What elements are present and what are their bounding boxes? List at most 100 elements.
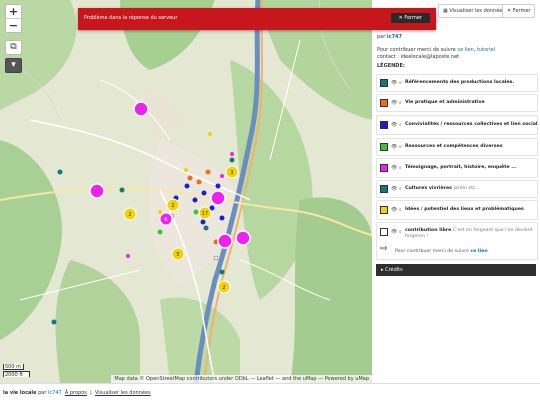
eye-icon[interactable]: 👁 ⌕: [391, 80, 402, 86]
cluster-marker[interactable]: 17: [198, 206, 212, 220]
zoom-out-button[interactable]: −: [6, 18, 21, 32]
tutorial-link[interactable]: , tutoriel: [474, 47, 495, 53]
zoom-in-button[interactable]: +: [6, 5, 21, 18]
marker-point[interactable]: [196, 179, 202, 185]
view-data-label: Visualiser les données: [449, 8, 505, 14]
eye-icon[interactable]: 👁 ⌕: [391, 100, 402, 106]
eye-icon[interactable]: 👁 ⌕: [391, 186, 402, 192]
map-markers: 3 2 2 17 5 2 6: [51, 101, 251, 325]
credit-user-link[interactable]: ic747: [387, 34, 402, 40]
view-data-button[interactable]: ▦ Visualiser les données: [438, 4, 510, 18]
eye-icon[interactable]: 👁 ⌕: [391, 122, 402, 128]
marker-point[interactable]: [193, 209, 199, 215]
layers-icon[interactable]: ⧉: [5, 40, 22, 55]
marker-point[interactable]: [184, 183, 190, 189]
marker-large[interactable]: [217, 233, 233, 249]
cluster-marker[interactable]: 2: [166, 198, 180, 212]
map-view[interactable]: 3 2 2 17 5 2 6 + − ⧉ ▾ 500 m 2000 ft Map…: [0, 0, 372, 383]
intro-text: Pour contribuer merci de suivre ce lien,…: [377, 47, 535, 61]
map-title: la vie locale: [3, 390, 37, 396]
eye-icon[interactable]: 👁 ⌕: [391, 207, 402, 213]
cluster-marker[interactable]: 6: [159, 212, 173, 226]
layer-item[interactable]: 👁 ⌕ Convivialités / ressources collectiv…: [376, 115, 538, 135]
marker-point[interactable]: [215, 183, 221, 189]
marker-point[interactable]: [184, 168, 188, 172]
layer-label: Ressources et compétences diverses: [405, 144, 503, 149]
credits-label: Crédits: [385, 267, 403, 273]
scale-metric: 500 m: [3, 364, 24, 370]
credits-toggle[interactable]: ▸ Crédits: [376, 264, 536, 276]
marker-point[interactable]: [219, 215, 225, 221]
cluster-count: 2: [222, 285, 225, 291]
scale-bar: 500 m 2000 ft: [3, 364, 30, 378]
map-attribution: Map data © OpenStreetMap contributors un…: [111, 375, 372, 383]
layer-item[interactable]: 👁 ⌕ Idées / potentiel des lieux et probl…: [376, 200, 538, 220]
marker-point[interactable]: [158, 210, 162, 214]
cluster-marker[interactable]: 3: [225, 165, 239, 179]
marker-point[interactable]: [208, 132, 212, 136]
close-panel-button[interactable]: ✕ Fermer: [502, 4, 536, 18]
cluster-marker[interactable]: 5: [171, 247, 185, 261]
intro-link[interactable]: ce lien: [457, 47, 473, 53]
error-close-button[interactable]: ✕ Fermer: [390, 13, 430, 23]
footer-separator: |: [90, 390, 92, 396]
layer-label: Convivialités / ressources collectives e…: [405, 122, 538, 127]
marker-point[interactable]: [201, 190, 207, 196]
marker-point[interactable]: [157, 229, 163, 235]
cluster-count: 3: [230, 170, 233, 176]
layer-item[interactable]: 👁 ⌕ Référencements des productions local…: [376, 74, 538, 92]
layer-item[interactable]: 👁 ⌕ Ressources et compétences diverses: [376, 138, 538, 156]
eye-icon[interactable]: 👁 ⌕: [391, 229, 402, 235]
footer-view-data-link[interactable]: Visualiser les données: [95, 390, 151, 396]
marker-point[interactable]: [126, 254, 130, 258]
marker-point[interactable]: [220, 174, 224, 178]
layer-color-swatch: [380, 185, 388, 193]
marker-large[interactable]: [210, 190, 226, 206]
chevron-down-icon[interactable]: ▾: [5, 58, 22, 73]
marker-point[interactable]: [57, 169, 63, 175]
marker-point[interactable]: [200, 219, 206, 225]
table-icon: ▦: [443, 8, 448, 14]
layer-label: Vie pratique et administrative: [405, 100, 485, 105]
layer-color-swatch: [380, 79, 388, 87]
marker-point[interactable]: [51, 319, 57, 325]
marker-point[interactable]: [219, 269, 225, 275]
layer-item[interactable]: 👁 ⌕ Témoignage, portrait, histoire, enqu…: [376, 158, 538, 178]
contribution-link[interactable]: ce lien: [470, 249, 487, 254]
marker-point[interactable]: [203, 225, 209, 231]
marker-point[interactable]: [119, 187, 125, 193]
footer-by: par: [38, 390, 47, 396]
about-link[interactable]: À propos: [65, 390, 87, 396]
marker-large[interactable]: [133, 101, 149, 117]
marker-large[interactable]: [235, 230, 251, 246]
cluster-marker[interactable]: 2: [217, 280, 231, 294]
layer-color-swatch: [380, 143, 388, 151]
contribution-hint: Pour contribuer merci de suivre ce lien: [395, 249, 488, 254]
credit-line: par ic747: [377, 34, 402, 40]
layer-item[interactable]: 👁 ⌕ contribution libre C'est en forgeant…: [376, 222, 538, 260]
cluster-marker[interactable]: 2: [123, 207, 137, 221]
legend-title: LÉGENDE:: [377, 63, 405, 69]
marker-point[interactable]: [192, 197, 198, 203]
contribution-text: Pour contribuer merci de suivre: [395, 249, 469, 254]
error-message: Problème dans la réponse du serveur: [84, 15, 178, 21]
marker-point[interactable]: [213, 255, 219, 261]
footer-bar: la vie locale par ic747 À propos | Visua…: [0, 383, 540, 406]
marker-large[interactable]: [89, 183, 105, 199]
layer-item[interactable]: 👁 ⌕ Cultures vivrières jardin etc...: [376, 180, 538, 198]
side-panel: par ic747 Pour contribuer merci de suivr…: [372, 0, 540, 383]
cluster-count: 17: [202, 211, 208, 217]
close-panel-label: Fermer: [512, 8, 531, 14]
layer-color-swatch: [380, 206, 388, 214]
marker-point[interactable]: [187, 175, 193, 181]
eye-icon[interactable]: 👁 ⌕: [391, 144, 402, 150]
layer-note: jardin etc...: [453, 186, 481, 191]
marker-point[interactable]: [230, 152, 234, 156]
marker-point[interactable]: [205, 169, 211, 175]
eye-icon[interactable]: 👁 ⌕: [391, 165, 402, 171]
marker-point[interactable]: [229, 157, 235, 163]
caret-right-icon: ▸: [381, 267, 384, 273]
layer-item[interactable]: 👁 ⌕ Vie pratique et administrative: [376, 94, 538, 112]
footer-user-link[interactable]: ic747: [48, 390, 62, 396]
scale-imperial: 2000 ft: [3, 371, 30, 378]
